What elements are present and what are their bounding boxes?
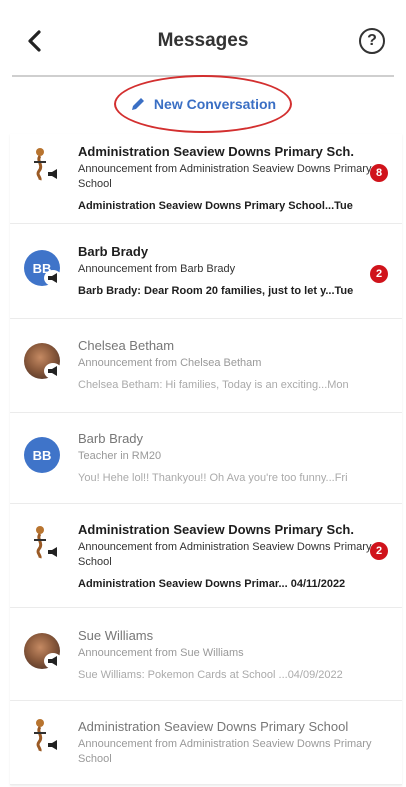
conversation-preview: Sue Williams: Pokemon Cards at School ..… [78,669,343,681]
unread-badge: 2 [370,265,388,283]
conversation-subtitle: Announcement from Chelsea Betham [78,357,262,369]
conversation-subtitle: Announcement from Sue Williams [78,647,244,659]
conversation-name: Administration Seaview Downs Primary Sch… [78,719,349,734]
conversation-item[interactable]: Administration Seaview Downs Primary Sch… [10,701,402,785]
conversation-item[interactable]: Sue Williams Announcement from Sue Willi… [10,608,402,701]
avatar [24,524,64,564]
conversation-item[interactable]: Administration Seaview Downs Primary Sch… [10,134,402,224]
highlight-ellipse [114,75,292,133]
unread-badge: 8 [370,164,388,182]
conversation-subtitle: Teacher in RM20 [78,450,162,462]
conversation-subtitle: Announcement from Administration Seaview… [78,738,372,765]
header-bar: Messages ? [0,0,406,77]
avatar: BB [24,437,64,477]
conversation-name: Administration Seaview Downs Primary Sch… [78,144,354,159]
unread-badge: 2 [370,542,388,560]
megaphone-icon [44,653,62,669]
megaphone-icon [44,166,62,182]
help-button[interactable]: ? [359,28,385,54]
conversation-name: Chelsea Betham [78,338,175,353]
avatar [24,343,64,383]
conversation-preview: Chelsea Betham: Hi families, Today is an… [78,379,349,391]
conversation-subtitle: Announcement from Administration Seaview… [78,541,372,568]
conversation-preview: Administration Seaview Downs Primar... 0… [78,578,346,590]
conversation-subtitle: Announcement from Administration Seaview… [78,163,372,190]
conversation-name: Sue Williams [78,628,154,643]
megaphone-icon [44,544,62,560]
avatar [24,717,64,757]
megaphone-icon [44,737,62,753]
megaphone-icon [44,363,62,379]
conversation-list: Administration Seaview Downs Primary Sch… [10,134,402,785]
conversation-name: Barb Brady [78,244,149,259]
conversation-preview: Administration Seaview Downs Primary Sch… [78,200,353,212]
conversation-item[interactable]: BB Barb Brady Announcement from Barb Bra… [10,224,402,319]
avatar-initials: BB [24,437,60,473]
avatar [24,633,64,673]
help-circle-icon: ? [367,32,377,49]
new-conversation-button[interactable]: New Conversation [114,75,292,133]
avatar [24,146,64,186]
conversation-name: Barb Brady [78,431,144,446]
conversation-item[interactable]: Administration Seaview Downs Primary Sch… [10,504,402,608]
conversation-name: Administration Seaview Downs Primary Sch… [78,522,354,537]
conversation-preview: You! Hehe lol!! Thankyou!! Oh Ava you're… [78,472,348,484]
page-title: Messages [157,30,249,51]
conversation-preview: Barb Brady: Dear Room 20 families, just … [78,285,354,297]
conversation-item[interactable]: Chelsea Betham Announcement from Chelsea… [10,319,402,413]
avatar: BB [24,250,64,290]
megaphone-icon [44,270,62,286]
conversation-item[interactable]: BB Barb Brady Teacher in RM20 You! Hehe … [10,413,402,504]
conversation-subtitle: Announcement from Barb Brady [78,263,236,275]
